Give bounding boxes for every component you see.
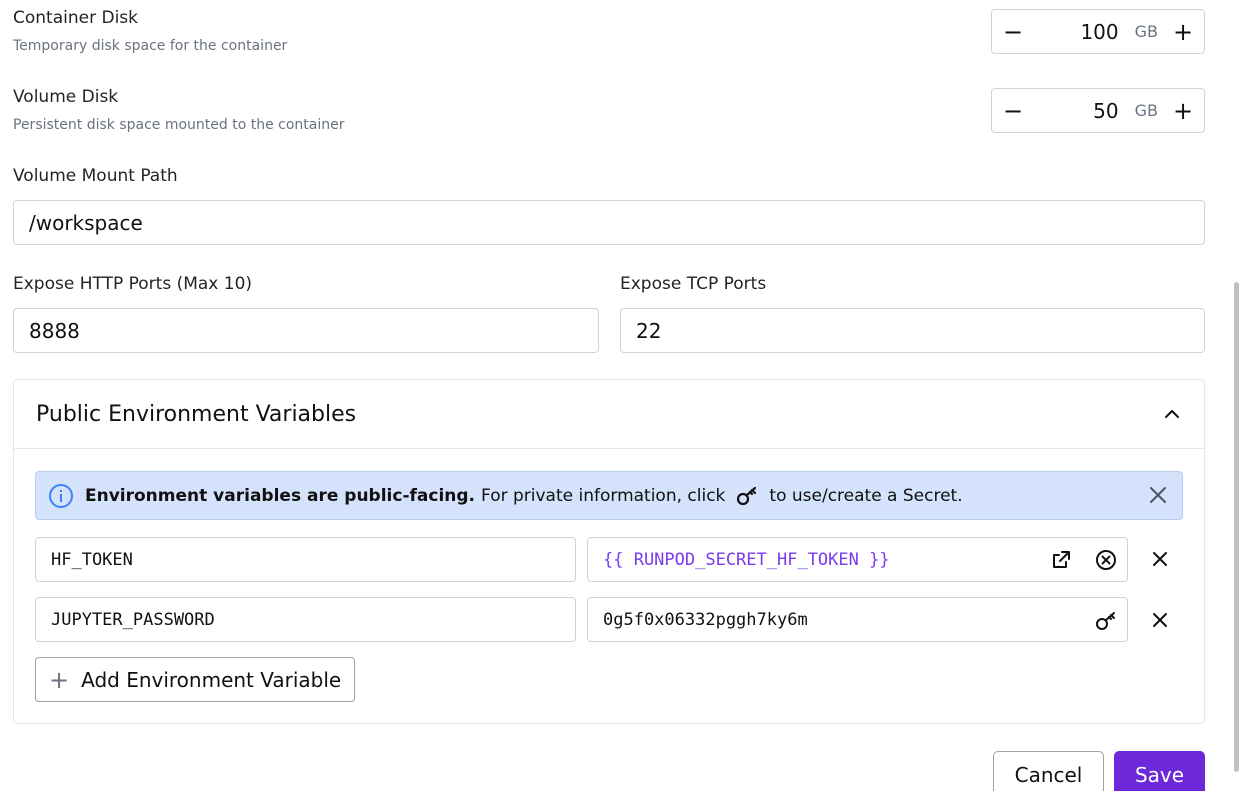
tcp-ports-input[interactable]: 22 bbox=[620, 308, 1205, 353]
env-variables-panel: Public Environment Variables Environment… bbox=[13, 379, 1205, 724]
env-panel-title: Public Environment Variables bbox=[36, 401, 357, 427]
container-disk-decrement-button[interactable]: − bbox=[992, 10, 1034, 53]
env-key-input[interactable]: HF_TOKEN bbox=[35, 537, 576, 582]
container-disk-unit: GB bbox=[1134, 22, 1158, 41]
container-disk-increment-button[interactable]: + bbox=[1162, 10, 1204, 53]
remove-row-icon[interactable] bbox=[1150, 549, 1170, 569]
volume-disk-value[interactable]: 50 bbox=[1034, 99, 1135, 123]
info-bold-text: Environment variables are public-facing. bbox=[85, 485, 476, 506]
add-env-variable-button[interactable]: + Add Environment Variable bbox=[35, 657, 355, 702]
remove-row-icon[interactable] bbox=[1150, 610, 1170, 630]
container-disk-stepper[interactable]: − 100 GB + bbox=[991, 9, 1205, 54]
close-icon[interactable] bbox=[1148, 485, 1168, 505]
cancel-button[interactable]: Cancel bbox=[993, 751, 1104, 791]
chevron-up-icon[interactable] bbox=[1162, 404, 1182, 424]
volume-disk-decrement-button[interactable]: − bbox=[992, 89, 1034, 132]
env-value-text: 0g5f0x06332pggh7ky6m bbox=[603, 609, 808, 630]
external-link-icon[interactable] bbox=[1049, 548, 1073, 572]
info-text-2: to use/create a Secret. bbox=[769, 485, 963, 506]
container-disk-value[interactable]: 100 bbox=[1034, 20, 1135, 44]
env-panel-header[interactable]: Public Environment Variables bbox=[14, 380, 1204, 449]
volume-disk-unit: GB bbox=[1134, 101, 1158, 120]
volume-mount-input[interactable]: /workspace bbox=[13, 200, 1205, 245]
scrollbar[interactable] bbox=[1234, 282, 1239, 772]
add-env-variable-label: Add Environment Variable bbox=[81, 667, 342, 692]
env-value-text: {{ RUNPOD_SECRET_HF_TOKEN }} bbox=[603, 549, 890, 570]
http-ports-label: Expose HTTP Ports (Max 10) bbox=[13, 274, 253, 294]
plus-icon: + bbox=[49, 665, 70, 694]
key-icon[interactable] bbox=[1094, 609, 1118, 633]
clear-circle-icon[interactable] bbox=[1094, 548, 1118, 572]
info-icon bbox=[49, 483, 73, 508]
save-button[interactable]: Save bbox=[1114, 751, 1205, 791]
env-key-input[interactable]: JUPYTER_PASSWORD bbox=[35, 597, 576, 642]
http-ports-input[interactable]: 8888 bbox=[13, 308, 599, 353]
env-value-input[interactable]: 0g5f0x06332pggh7ky6m bbox=[587, 597, 1128, 642]
info-text-1: For private information, click bbox=[481, 485, 726, 506]
volume-mount-label: Volume Mount Path bbox=[13, 166, 178, 186]
volume-disk-increment-button[interactable]: + bbox=[1162, 89, 1204, 132]
tcp-ports-label: Expose TCP Ports bbox=[620, 274, 767, 294]
env-info-banner: Environment variables are public-facing.… bbox=[35, 471, 1183, 520]
env-value-input[interactable]: {{ RUNPOD_SECRET_HF_TOKEN }} bbox=[587, 537, 1128, 582]
volume-disk-stepper[interactable]: − 50 GB + bbox=[991, 88, 1205, 133]
key-icon bbox=[737, 486, 757, 505]
